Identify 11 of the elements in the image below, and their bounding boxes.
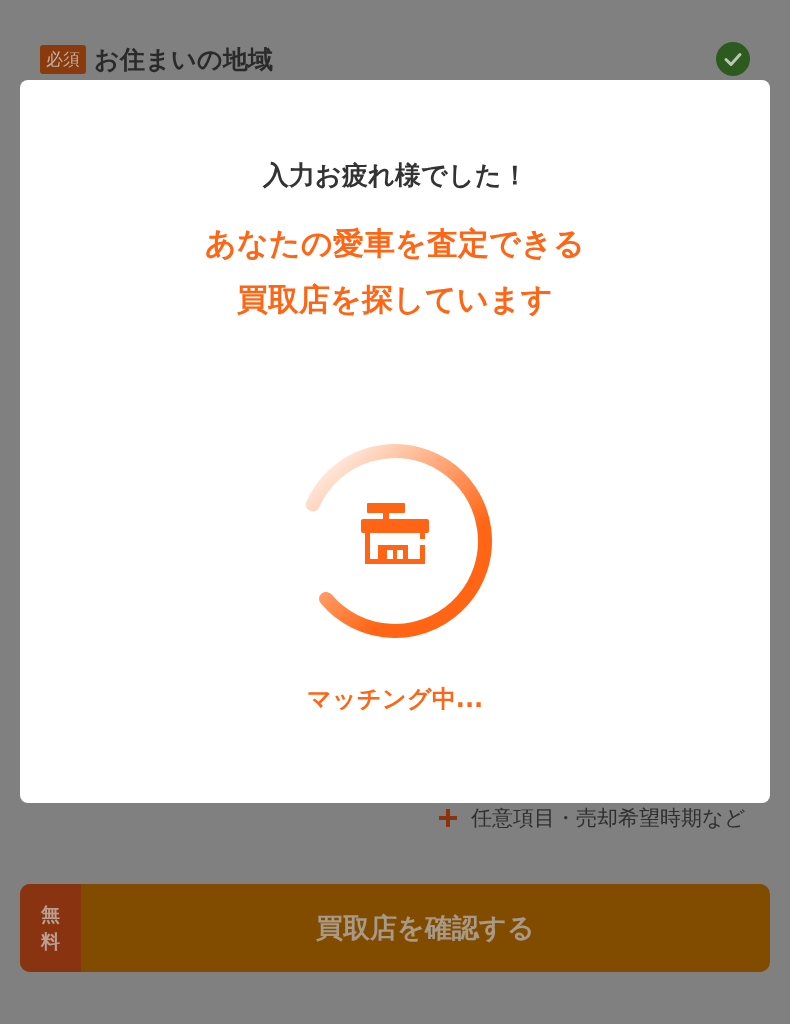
plus-icon [437, 807, 459, 829]
dialog-message: 買取店を探しています [237, 280, 553, 319]
button-label: 買取店を確認する [315, 911, 536, 945]
matching-status: マッチング中... [306, 684, 484, 715]
dialog-title: 入力お疲れ様でした！ [262, 159, 528, 192]
free-badge: 無料 [20, 884, 81, 972]
required-badge: 必須 [40, 44, 86, 74]
confirm-shops-button[interactable]: 無料 買取店を確認する [20, 884, 770, 972]
optional-items-link[interactable]: 任意項目・売却希望時期など [471, 804, 746, 832]
dialog-message: あなたの愛車を査定できる [205, 224, 585, 263]
field-label: お住まいの地域 [94, 43, 274, 76]
